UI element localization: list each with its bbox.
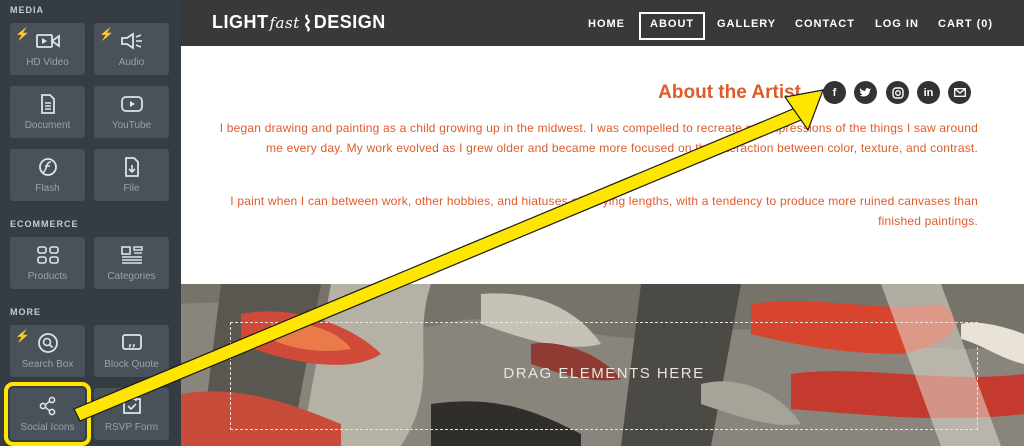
tile-block-quote[interactable]: ,, Block Quote	[94, 325, 169, 377]
email-icon[interactable]	[948, 81, 971, 104]
section-label-ecommerce: ECOMMERCE	[10, 219, 79, 229]
tile-label: Social Icons	[20, 422, 75, 433]
tile-label: Products	[27, 271, 68, 282]
site-logo[interactable]: LIGHT fast DESIGN	[212, 12, 386, 33]
about-paragraph-2: I paint when I can between work, other h…	[230, 194, 978, 228]
file-icon	[94, 157, 169, 177]
section-label-media: MEDIA	[10, 5, 44, 15]
tile-audio[interactable]: ⚡ Audio	[94, 23, 169, 75]
linkedin-icon[interactable]: in	[917, 81, 940, 104]
tile-youtube[interactable]: YouTube	[94, 86, 169, 138]
tile-hd-video[interactable]: ⚡ HD Video	[10, 23, 85, 75]
tile-products[interactable]: Products	[10, 237, 85, 289]
logo-knot-icon	[303, 13, 312, 32]
tile-label: File	[123, 183, 140, 194]
tile-label: Document	[24, 120, 71, 131]
document-icon	[10, 94, 85, 114]
share-icon	[10, 396, 85, 416]
twitter-icon[interactable]	[854, 81, 877, 104]
tile-label: Search Box	[21, 359, 74, 370]
about-paragraph-1: I began drawing and painting as a child …	[219, 121, 978, 155]
speaker-icon	[94, 31, 169, 51]
logo-text-light: LIGHT	[212, 12, 269, 32]
tile-social-icons[interactable]: Social Icons	[4, 382, 91, 446]
tile-label: Audio	[118, 57, 145, 68]
drop-zone-label: DRAG ELEMENTS HERE	[503, 365, 705, 382]
section-label-more: MORE	[10, 307, 41, 317]
tile-rsvp-form[interactable]: RSVP Form	[94, 388, 169, 440]
tile-document[interactable]: Document	[10, 86, 85, 138]
tile-label: Block Quote	[104, 359, 159, 370]
nav-login[interactable]: LOG IN	[875, 12, 919, 36]
search-icon	[10, 333, 85, 353]
site-navbar: LIGHT fast DESIGN HOME ABOUT GALLERY CON…	[181, 0, 1024, 46]
tile-label: RSVP Form	[104, 422, 159, 433]
tile-file[interactable]: File	[94, 149, 169, 201]
nav-contact[interactable]: CONTACT	[795, 12, 855, 36]
element-sidebar: MEDIA ⚡ HD Video ⚡ Audio Document YouTub…	[0, 0, 181, 446]
page-heading: About the Artist	[658, 82, 801, 103]
facebook-icon[interactable]: f	[823, 81, 846, 104]
nav-about[interactable]: ABOUT	[639, 12, 706, 40]
rsvp-icon	[94, 396, 169, 416]
logo-text-design: DESIGN	[313, 12, 386, 32]
svg-text:,,: ,,	[128, 338, 136, 349]
tile-categories[interactable]: Categories	[94, 237, 169, 289]
tile-label: Categories	[107, 271, 156, 282]
painting-banner: DRAG ELEMENTS HERE	[181, 284, 1024, 446]
tile-search-box[interactable]: ⚡ Search Box	[10, 325, 85, 377]
categories-icon	[94, 245, 169, 265]
drop-zone[interactable]: DRAG ELEMENTS HERE	[230, 322, 978, 430]
products-grid-icon	[10, 245, 85, 265]
nav-home[interactable]: HOME	[588, 12, 625, 36]
flash-icon	[10, 157, 85, 177]
about-section: About the Artist f in I began drawing an…	[181, 46, 1024, 284]
tile-label: YouTube	[111, 120, 152, 131]
instagram-icon[interactable]	[886, 81, 909, 104]
nav-gallery[interactable]: GALLERY	[717, 12, 776, 36]
play-icon	[94, 94, 169, 114]
tile-flash[interactable]: Flash	[10, 149, 85, 201]
logo-text-fast: fast	[269, 13, 300, 32]
tile-label: Flash	[35, 183, 60, 194]
video-camera-icon	[10, 31, 85, 51]
nav-cart[interactable]: CART (0)	[938, 12, 993, 36]
quote-icon: ,,	[94, 333, 169, 353]
tile-label: HD Video	[26, 57, 69, 68]
